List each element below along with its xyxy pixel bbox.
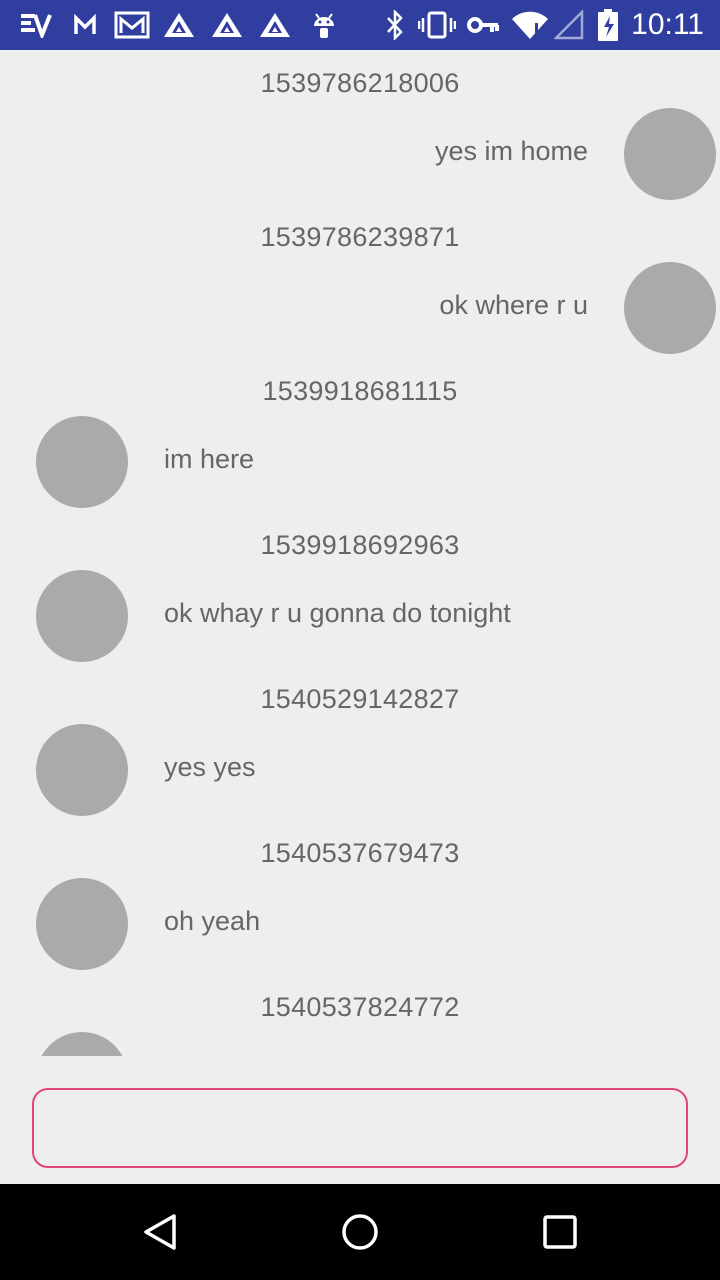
message-input[interactable] [34, 1090, 686, 1166]
status-time: 10:11 [631, 8, 704, 41]
avatar[interactable] [624, 108, 716, 200]
home-icon[interactable] [336, 1208, 384, 1256]
vpn-key-icon [466, 10, 500, 40]
chat-message: 1539918681115 im here [0, 358, 720, 512]
message-timestamp: 1539918692963 [260, 530, 460, 560]
avatar[interactable] [36, 724, 128, 816]
evernote-icon [18, 10, 54, 40]
avatar[interactable] [624, 262, 716, 354]
message-timestamp: 1540529142827 [260, 684, 460, 714]
triangle-app-icon [210, 10, 244, 40]
chat-message: 1539918692963 ok whay r u gonna do tonig… [0, 512, 720, 666]
avatar[interactable] [36, 1032, 128, 1056]
back-icon[interactable] [136, 1208, 184, 1256]
message-timestamp: 1540537824772 [260, 992, 460, 1022]
message-text: yes im home [434, 136, 588, 166]
message-timestamp: 1539786239871 [260, 222, 460, 252]
message-timestamp: 1540537679473 [260, 838, 460, 868]
avatar[interactable] [36, 878, 128, 970]
recents-icon[interactable] [536, 1208, 584, 1256]
battery-icon [596, 9, 620, 41]
message-text: oh yeah [164, 906, 261, 936]
chat-message: 1540529142827 yes yes [0, 666, 720, 820]
bluetooth-icon [384, 10, 406, 40]
status-bar: 10:11 [0, 0, 720, 50]
message-timestamp: 1539918681115 [262, 376, 458, 406]
android-icon [310, 10, 338, 40]
chat-message: 1540537679473 oh yeah [0, 820, 720, 974]
avatar[interactable] [36, 570, 128, 662]
message-text: yes yes [164, 752, 256, 782]
message-timestamp: 1539786218006 [260, 68, 460, 98]
chat-message: 1539786239871 ok where r u [0, 204, 720, 358]
vibrate-icon [418, 10, 456, 40]
chat-message: 1540537824772 [0, 974, 720, 1056]
triangle-app-icon [162, 10, 196, 40]
chat-message: 1539786218006 yes im home [0, 50, 720, 204]
message-text: ok where r u [439, 290, 588, 320]
gmail-box-icon [114, 10, 150, 40]
message-text: im here [164, 444, 255, 474]
triangle-app-icon [258, 10, 292, 40]
avatar[interactable] [36, 416, 128, 508]
navigation-bar [0, 1184, 720, 1280]
message-text: ok whay r u gonna do tonight [164, 598, 511, 628]
chat-message-list[interactable]: 1539786218006 yes im home 1539786239871 … [0, 50, 720, 1056]
gmail-m-icon [72, 10, 98, 40]
signal-icon [554, 10, 584, 40]
message-input-container [32, 1088, 688, 1168]
wifi-icon [510, 10, 550, 40]
